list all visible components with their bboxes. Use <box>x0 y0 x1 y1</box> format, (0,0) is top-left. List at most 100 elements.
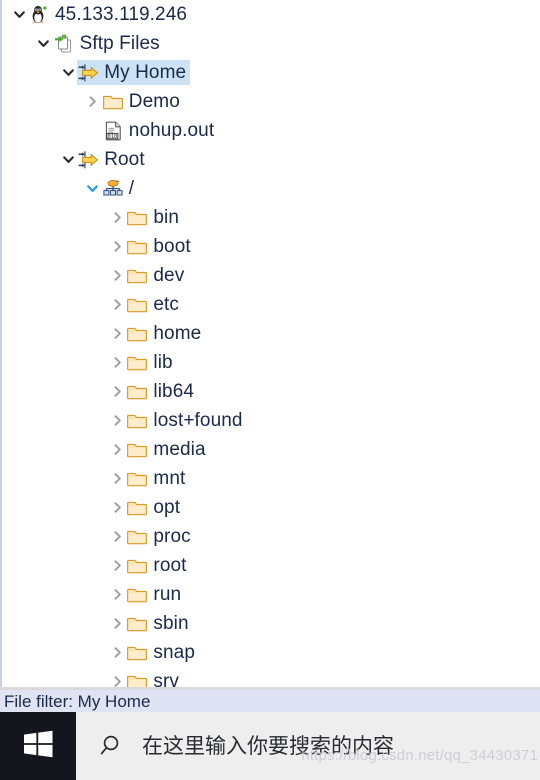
tree-item-etc[interactable]: etc <box>126 292 183 317</box>
taskbar-search-box[interactable]: 在这里输入你要搜索的内容 https://blog.csdn.net/qq_34… <box>76 712 540 780</box>
tree-item-snap[interactable]: snap <box>126 640 199 665</box>
tree-row[interactable]: boot <box>2 232 540 261</box>
tree-row[interactable]: media <box>2 435 540 464</box>
tree-item-bin[interactable]: bin <box>126 205 183 230</box>
chevron-right-icon[interactable] <box>108 493 126 522</box>
chevron-right-icon[interactable] <box>108 261 126 290</box>
tree-row[interactable]: lib <box>2 348 540 377</box>
start-button[interactable] <box>0 712 76 780</box>
folder-icon <box>126 236 148 258</box>
chevron-down-icon[interactable] <box>10 0 28 29</box>
tree-row[interactable]: My Home <box>2 58 540 87</box>
chevron-right-icon[interactable] <box>108 464 126 493</box>
tree-row[interactable]: Root <box>2 145 540 174</box>
tree-item-run[interactable]: run <box>126 582 185 607</box>
tree-row[interactable]: sbin <box>2 609 540 638</box>
chevron-right-icon[interactable] <box>108 638 126 667</box>
chevron-right-icon[interactable] <box>108 609 126 638</box>
tree-row[interactable]: 45.133.119.246 <box>2 0 540 29</box>
windows-logo-icon <box>21 727 55 766</box>
tree-item-srv[interactable]: srv <box>126 669 183 687</box>
tree-item-label: opt <box>153 497 181 518</box>
chevron-right-icon[interactable] <box>108 232 126 261</box>
tree-item-media[interactable]: media <box>126 437 209 462</box>
tree-item-lost-found[interactable]: lost+found <box>126 408 246 433</box>
tree-row[interactable]: etc <box>2 290 540 319</box>
tree-item-label: 45.133.119.246 <box>55 4 188 25</box>
tree-item-home[interactable]: home <box>126 321 205 346</box>
tree-item-lib64[interactable]: lib64 <box>126 379 198 404</box>
tree-item-dev[interactable]: dev <box>126 263 188 288</box>
chevron-right-icon[interactable] <box>108 551 126 580</box>
tree-row[interactable]: snap <box>2 638 540 667</box>
folder-icon <box>126 439 148 461</box>
tree-item-mnt[interactable]: mnt <box>126 466 189 491</box>
chevron-down-icon[interactable] <box>35 29 53 58</box>
tree-row[interactable]: srv <box>2 667 540 687</box>
file-filter-bar[interactable]: File filter: My Home <box>0 690 540 712</box>
tree-row[interactable]: proc <box>2 522 540 551</box>
chevron-right-icon[interactable] <box>108 377 126 406</box>
tree-row[interactable]: Sftp Files <box>2 29 540 58</box>
tree-item-demo[interactable]: Demo <box>102 89 184 114</box>
tree-item-root[interactable]: root <box>126 553 190 578</box>
chevron-down-icon[interactable] <box>59 58 77 87</box>
chevron-right-icon[interactable] <box>108 319 126 348</box>
tree-item-sbin[interactable]: sbin <box>126 611 192 636</box>
tree-item-my-home[interactable]: My Home <box>77 60 191 85</box>
tree-row[interactable]: lost+found <box>2 406 540 435</box>
chevron-right-icon[interactable] <box>108 580 126 609</box>
chevron-right-icon[interactable] <box>108 435 126 464</box>
folder-icon <box>126 352 148 374</box>
tree-row[interactable]: bin <box>2 203 540 232</box>
chevron-right-icon[interactable] <box>108 203 126 232</box>
tree-row[interactable]: 010 nohup.out <box>2 116 540 145</box>
chevron-right-icon[interactable] <box>108 522 126 551</box>
tree-item-label: srv <box>153 671 180 687</box>
chevron-right-icon[interactable] <box>84 87 102 116</box>
tree-row[interactable]: opt <box>2 493 540 522</box>
chevron-right-icon[interactable] <box>108 406 126 435</box>
tree-item-root[interactable]: Root <box>77 147 149 172</box>
folder-icon <box>126 468 148 490</box>
tree-item-label: etc <box>153 294 180 315</box>
tree-item-boot[interactable]: boot <box>126 234 194 259</box>
tree-item-opt[interactable]: opt <box>126 495 184 520</box>
tree-row[interactable]: root <box>2 551 540 580</box>
tree-item-45-133-119-246[interactable]: 45.133.119.246 <box>28 2 191 27</box>
chevron-down-icon[interactable] <box>84 174 102 203</box>
tree-item-nohup-out[interactable]: 010 nohup.out <box>102 118 218 143</box>
tree-item-label: Demo <box>128 91 180 112</box>
tree-item-[interactable]: / <box>102 176 138 201</box>
tree-row[interactable]: home <box>2 319 540 348</box>
tree-row[interactable]: Demo <box>2 87 540 116</box>
tree-item-sftp-files[interactable]: Sftp Files <box>53 31 164 56</box>
chevron-right-icon[interactable] <box>108 290 126 319</box>
chevron-right-icon[interactable] <box>108 667 126 687</box>
tree-row[interactable]: mnt <box>2 464 540 493</box>
folder-icon <box>102 91 124 113</box>
search-input-placeholder[interactable]: 在这里输入你要搜索的内容 <box>142 735 394 757</box>
chevron-down-icon[interactable] <box>59 145 77 174</box>
tree-row[interactable]: run <box>2 580 540 609</box>
chevron-right-icon[interactable] <box>108 348 126 377</box>
tree-item-label: Sftp Files <box>79 33 160 54</box>
tree-row[interactable]: lib64 <box>2 377 540 406</box>
tree-row[interactable]: / <box>2 174 540 203</box>
file-tree-panel[interactable]: 45.133.119.246 Sftp Files My Home Demo 0… <box>0 0 540 687</box>
tree-item-label: boot <box>153 236 191 257</box>
tree-row[interactable]: dev <box>2 261 540 290</box>
windows-taskbar: 在这里输入你要搜索的内容 https://blog.csdn.net/qq_34… <box>0 712 540 780</box>
tree-item-lib[interactable]: lib <box>126 350 176 375</box>
tree-item-proc[interactable]: proc <box>126 524 194 549</box>
